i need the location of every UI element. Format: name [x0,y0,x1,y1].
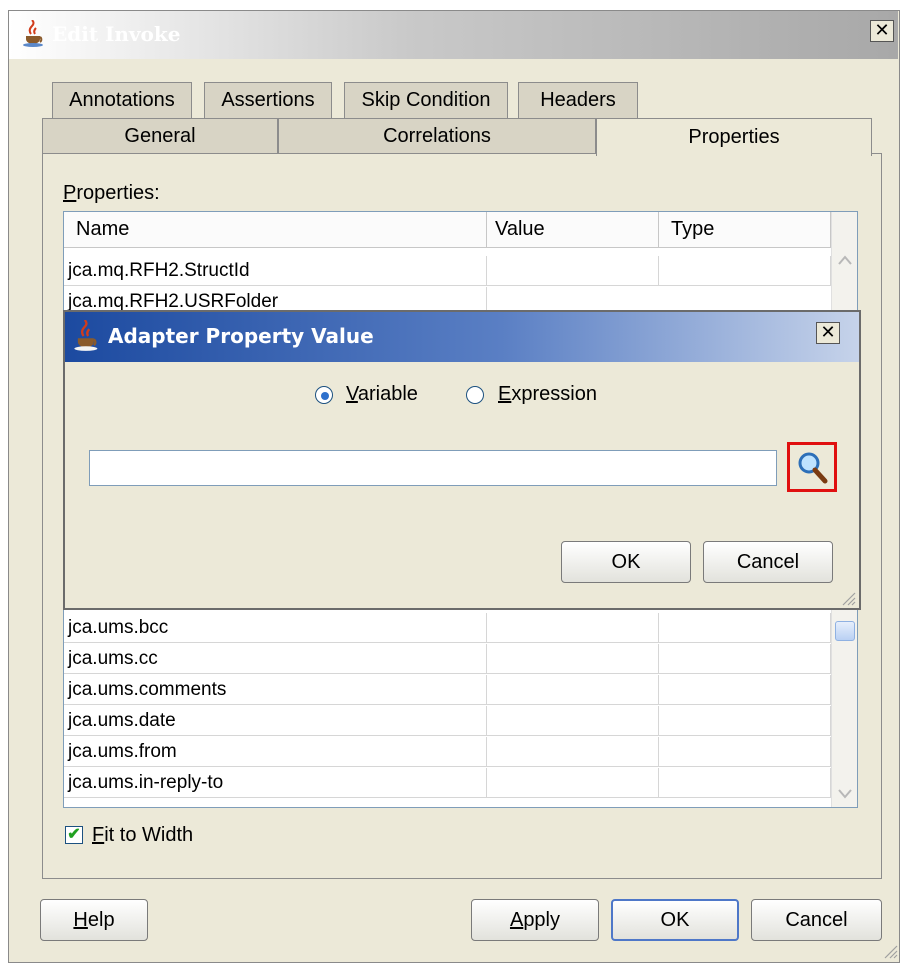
button-label: elp [87,908,115,931]
table-row[interactable]: jca.ums.from [64,737,487,767]
java-cup-icon [74,320,98,351]
help-button[interactable]: Help [40,899,148,941]
expression-radio-label: Expression [498,383,597,406]
tab-skip-condition[interactable]: Skip Condition [344,82,508,118]
mnemonic: A [509,908,524,931]
cell-value[interactable] [487,706,659,736]
tab-label: Skip Condition [361,89,491,111]
button-label: Cancel [736,550,800,573]
cell-type [659,256,831,286]
java-cup-icon [23,20,43,47]
label-text: roperties: [76,182,160,204]
close-icon[interactable]: ✕ [816,322,840,344]
ok-button[interactable]: OK [611,899,739,941]
tab-annotations[interactable]: Annotations [52,82,192,118]
scroll-up-icon[interactable] [837,254,853,266]
table-row[interactable]: jca.ums.comments [64,675,487,705]
mnemonic: H [73,908,88,931]
cell-name: jca.ums.cc [68,647,158,669]
cell-name: jca.ums.in-reply-to [68,771,224,793]
column-header-name[interactable]: Name [64,212,487,248]
mnemonic: F [92,824,105,846]
tab-assertions[interactable]: Assertions [204,82,332,118]
cell-value[interactable] [487,675,659,705]
adapter-cancel-button[interactable]: Cancel [703,541,833,583]
tab-label: Correlations [383,125,491,147]
cell-type [659,768,831,798]
tab-label: Annotations [69,89,175,111]
expression-radio[interactable] [466,386,484,404]
cancel-button[interactable]: Cancel [751,899,882,941]
tab-correlations[interactable]: Correlations [278,118,596,154]
close-icon[interactable]: ✕ [870,20,894,42]
tab-label: Assertions [221,89,315,111]
cell-type [659,706,831,736]
button-label: pply [523,908,561,931]
resize-grip-icon[interactable] [882,943,898,959]
search-button[interactable] [787,442,837,492]
tab-properties[interactable]: Properties [596,118,872,156]
cell-type [659,613,831,643]
label-text: xpression [511,383,597,405]
cell-value[interactable] [487,737,659,767]
column-header-value[interactable]: Value [487,212,659,248]
cell-value[interactable] [487,613,659,643]
adapter-dialog-title: Adapter Property Value [108,324,374,348]
mnemonic: E [498,383,512,405]
table-row[interactable]: jca.mq.RFH2.StructId [64,256,487,286]
cell-value[interactable] [487,644,659,674]
tab-label: Headers [540,89,616,111]
label-text: ariable [357,383,418,405]
cell-name: jca.ums.comments [68,678,227,700]
button-label: Cancel [785,908,848,931]
tab-label: Properties [688,126,780,148]
cell-type [659,644,831,674]
fit-to-width-checkbox[interactable]: ✔ [65,826,83,844]
resize-grip-icon[interactable] [840,590,856,606]
tab-label: General [124,125,196,147]
button-label: OK [611,550,641,573]
table-row[interactable]: jca.ums.bcc [64,613,487,643]
table-row[interactable]: jca.ums.date [64,706,487,736]
column-header-type[interactable]: Type [659,212,831,248]
fit-to-width-label: Fit to Width [92,824,193,847]
edit-invoke-title: Edit Invoke [52,22,181,46]
scrollbar-thumb[interactable] [835,621,855,641]
properties-label: Properties: [63,182,160,205]
property-value-input[interactable] [89,450,777,486]
cell-type [659,737,831,767]
mnemonic: P [63,182,77,204]
header-text: Value [495,218,545,240]
table-row[interactable]: jca.ums.in-reply-to [64,768,487,798]
scroll-down-icon[interactable] [837,788,853,800]
variable-radio[interactable] [315,386,333,404]
cell-name: jca.mq.RFH2.StructId [68,259,250,281]
radio-selected-dot [321,392,329,400]
search-icon [798,452,828,484]
table-row[interactable]: jca.ums.cc [64,644,487,674]
cell-value[interactable] [487,256,659,286]
variable-radio-label: Variable [346,383,418,406]
label-text: it to Width [104,824,194,846]
cell-name: jca.ums.bcc [68,616,169,638]
mnemonic: V [346,383,358,405]
header-text: Type [671,218,715,240]
header-text: Name [76,218,130,240]
button-label: OK [660,908,690,931]
cell-name: jca.ums.date [68,709,176,731]
tab-headers[interactable]: Headers [518,82,638,118]
apply-button[interactable]: Apply [471,899,599,941]
adapter-ok-button[interactable]: OK [561,541,691,583]
cell-type [659,675,831,705]
tab-general[interactable]: General [42,118,278,154]
cell-value[interactable] [487,768,659,798]
cell-name: jca.ums.from [68,740,177,762]
